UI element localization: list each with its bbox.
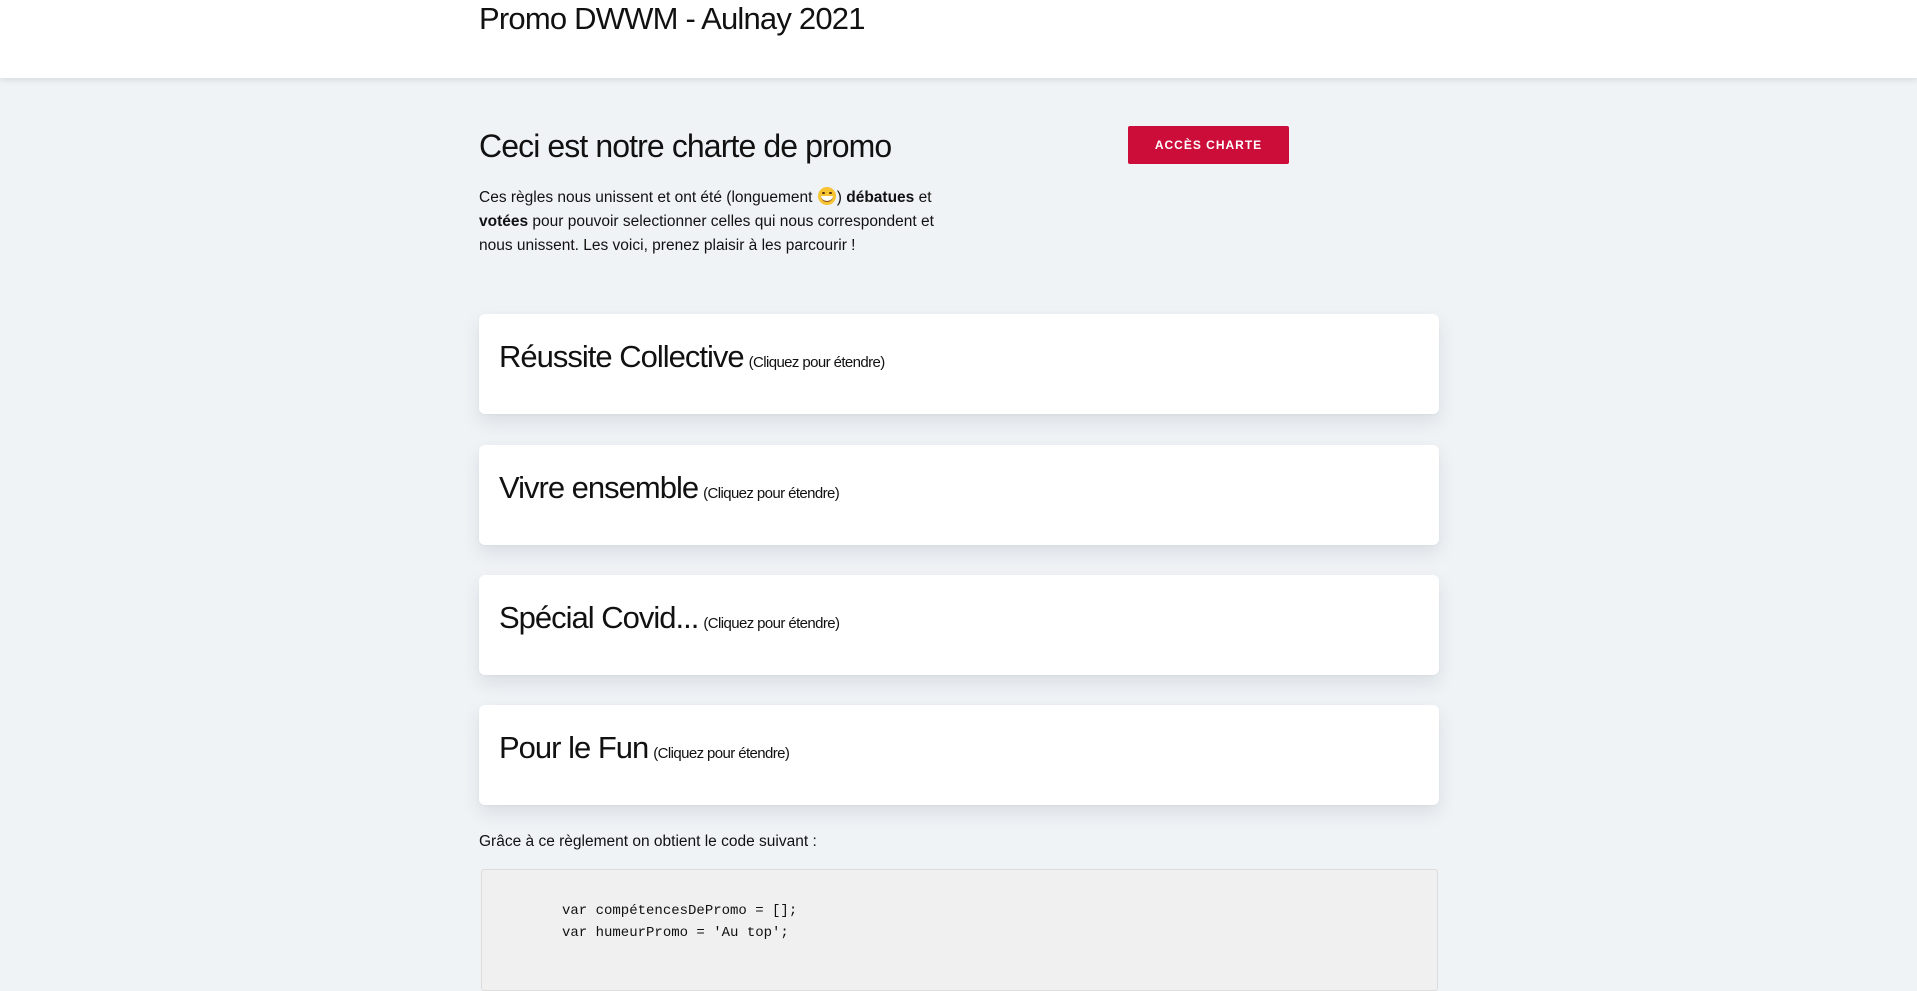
intro-text-part: pour pouvoir selectionner celles qui nou… bbox=[479, 213, 934, 254]
page-header: Promo DWWM - Aulnay 2021 bbox=[0, 0, 1917, 78]
section-name: Pour le Fun bbox=[499, 730, 649, 765]
section-title: Réussite Collective (Cliquez pour étendre… bbox=[499, 334, 885, 386]
intro-heading: Ceci est notre charte de promo bbox=[479, 128, 892, 164]
code-block: var compétencesDePromo = []; var humeurP… bbox=[481, 869, 1438, 991]
section-card-reussite-collective[interactable]: Réussite Collective (Cliquez pour étendre… bbox=[479, 314, 1439, 414]
intro-bold-debatues: débatues bbox=[846, 189, 915, 206]
grinning-sweat-emoji-icon bbox=[817, 187, 836, 205]
expand-hint: (Cliquez pour étendre) bbox=[703, 485, 840, 502]
section-name: Spécial Covid... bbox=[499, 600, 699, 635]
code-intro-text: Grâce à ce règlement on obtient le code … bbox=[479, 833, 817, 850]
section-card-pour-le-fun[interactable]: Pour le Fun (Cliquez pour étendre) bbox=[479, 705, 1439, 805]
intro-text-part: Ces règles nous unissent et ont été (lon… bbox=[479, 189, 817, 206]
expand-hint: (Cliquez pour étendre) bbox=[748, 354, 886, 371]
section-card-vivre-ensemble[interactable]: Vivre ensemble (Cliquez pour étendre) bbox=[479, 445, 1439, 545]
acces-charte-button[interactable]: ACCÈS CHARTE bbox=[1128, 126, 1289, 164]
page-title: Promo DWWM - Aulnay 2021 bbox=[479, 1, 865, 36]
expand-hint: (Cliquez pour étendre) bbox=[703, 615, 840, 632]
section-name: Vivre ensemble bbox=[499, 470, 699, 505]
section-title: Vivre ensemble (Cliquez pour étendre) bbox=[499, 465, 840, 517]
section-title: Pour le Fun (Cliquez pour étendre) bbox=[499, 725, 790, 777]
expand-hint: (Cliquez pour étendre) bbox=[653, 745, 790, 762]
intro-bold-votees: votées bbox=[479, 213, 529, 230]
code-line: var humeurPromo = 'Au top'; bbox=[562, 925, 789, 941]
section-title: Spécial Covid... (Cliquez pour étendre) bbox=[499, 595, 840, 647]
intro-paragraph: Ces règles nous unissent et ont été (lon… bbox=[479, 186, 949, 258]
code-line: var compétencesDePromo = []; bbox=[562, 903, 798, 919]
intro-text-part: et bbox=[914, 189, 932, 206]
section-card-special-covid[interactable]: Spécial Covid... (Cliquez pour étendre) bbox=[479, 575, 1439, 675]
section-name: Réussite Collective bbox=[499, 339, 745, 374]
intro-text-part: ) bbox=[836, 189, 847, 206]
